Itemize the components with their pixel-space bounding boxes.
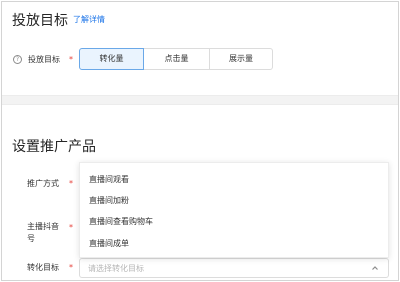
target-section-title: 投放目标 (12, 13, 68, 29)
option-conversions[interactable]: 转化量 (79, 48, 144, 70)
help-circle-icon[interactable]: ? (13, 55, 22, 64)
required-mark: * (69, 263, 73, 272)
conversion-target-input[interactable] (88, 259, 368, 277)
option-clicks[interactable]: 点击量 (143, 48, 210, 70)
conversion-target-select[interactable] (79, 258, 389, 278)
target-field-label: 投放目标 (28, 55, 60, 64)
required-mark: * (69, 55, 73, 64)
promotion-method-label: 推广方式 (27, 179, 59, 188)
dropdown-option-view-cart[interactable]: 直播间查看购物车 (89, 216, 153, 227)
section-divider (2, 95, 398, 105)
chevron-up-icon[interactable] (370, 263, 380, 273)
required-mark: * (69, 179, 73, 188)
dropdown-option-live-follows[interactable]: 直播间加粉 (89, 195, 129, 206)
page-frame: 投放目标 了解详情 ? 投放目标 * 转化量 点击量 展示量 设置推广产品 推广… (1, 1, 399, 281)
anchor-account-label: 主播抖音号 (27, 222, 59, 243)
option-impressions[interactable]: 展示量 (209, 48, 273, 70)
learn-more-link[interactable]: 了解详情 (73, 14, 105, 25)
product-section-title: 设置推广产品 (12, 139, 96, 155)
required-mark: * (69, 223, 73, 232)
dropdown-option-live-views[interactable]: 直播间观看 (89, 174, 129, 185)
conversion-target-dropdown: 直播间观看 直播间加粉 直播间查看购物车 直播间成单 (79, 162, 389, 258)
dropdown-option-live-orders[interactable]: 直播间成单 (89, 238, 129, 249)
conversion-target-label: 转化目标 (27, 263, 59, 272)
